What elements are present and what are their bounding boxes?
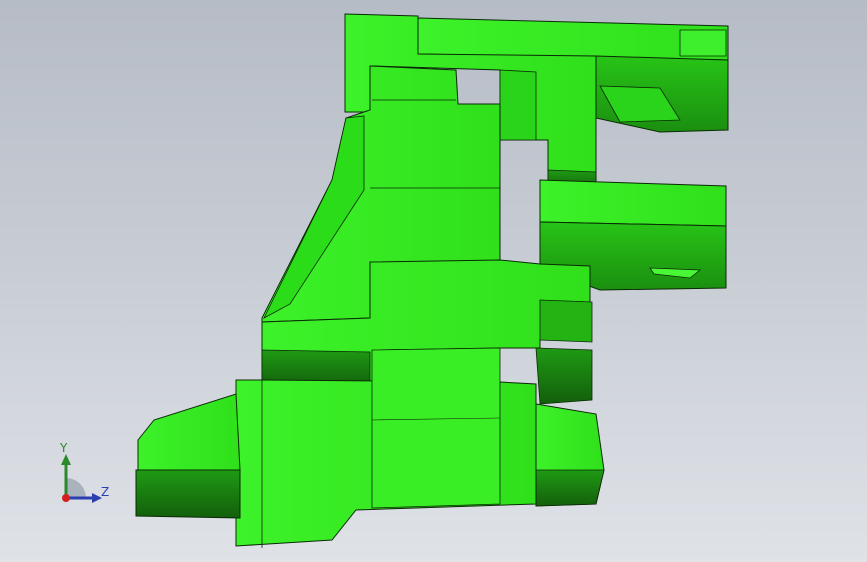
z-axis-label: Z: [101, 485, 110, 499]
y-axis-label: Y: [60, 441, 68, 455]
cad-part-model[interactable]: [0, 0, 867, 562]
graphics-viewport[interactable]: Y Z: [0, 0, 867, 562]
left-flange: [135, 393, 241, 519]
coordinate-triad: Y Z: [44, 438, 124, 510]
lower-boss: [535, 347, 605, 507]
